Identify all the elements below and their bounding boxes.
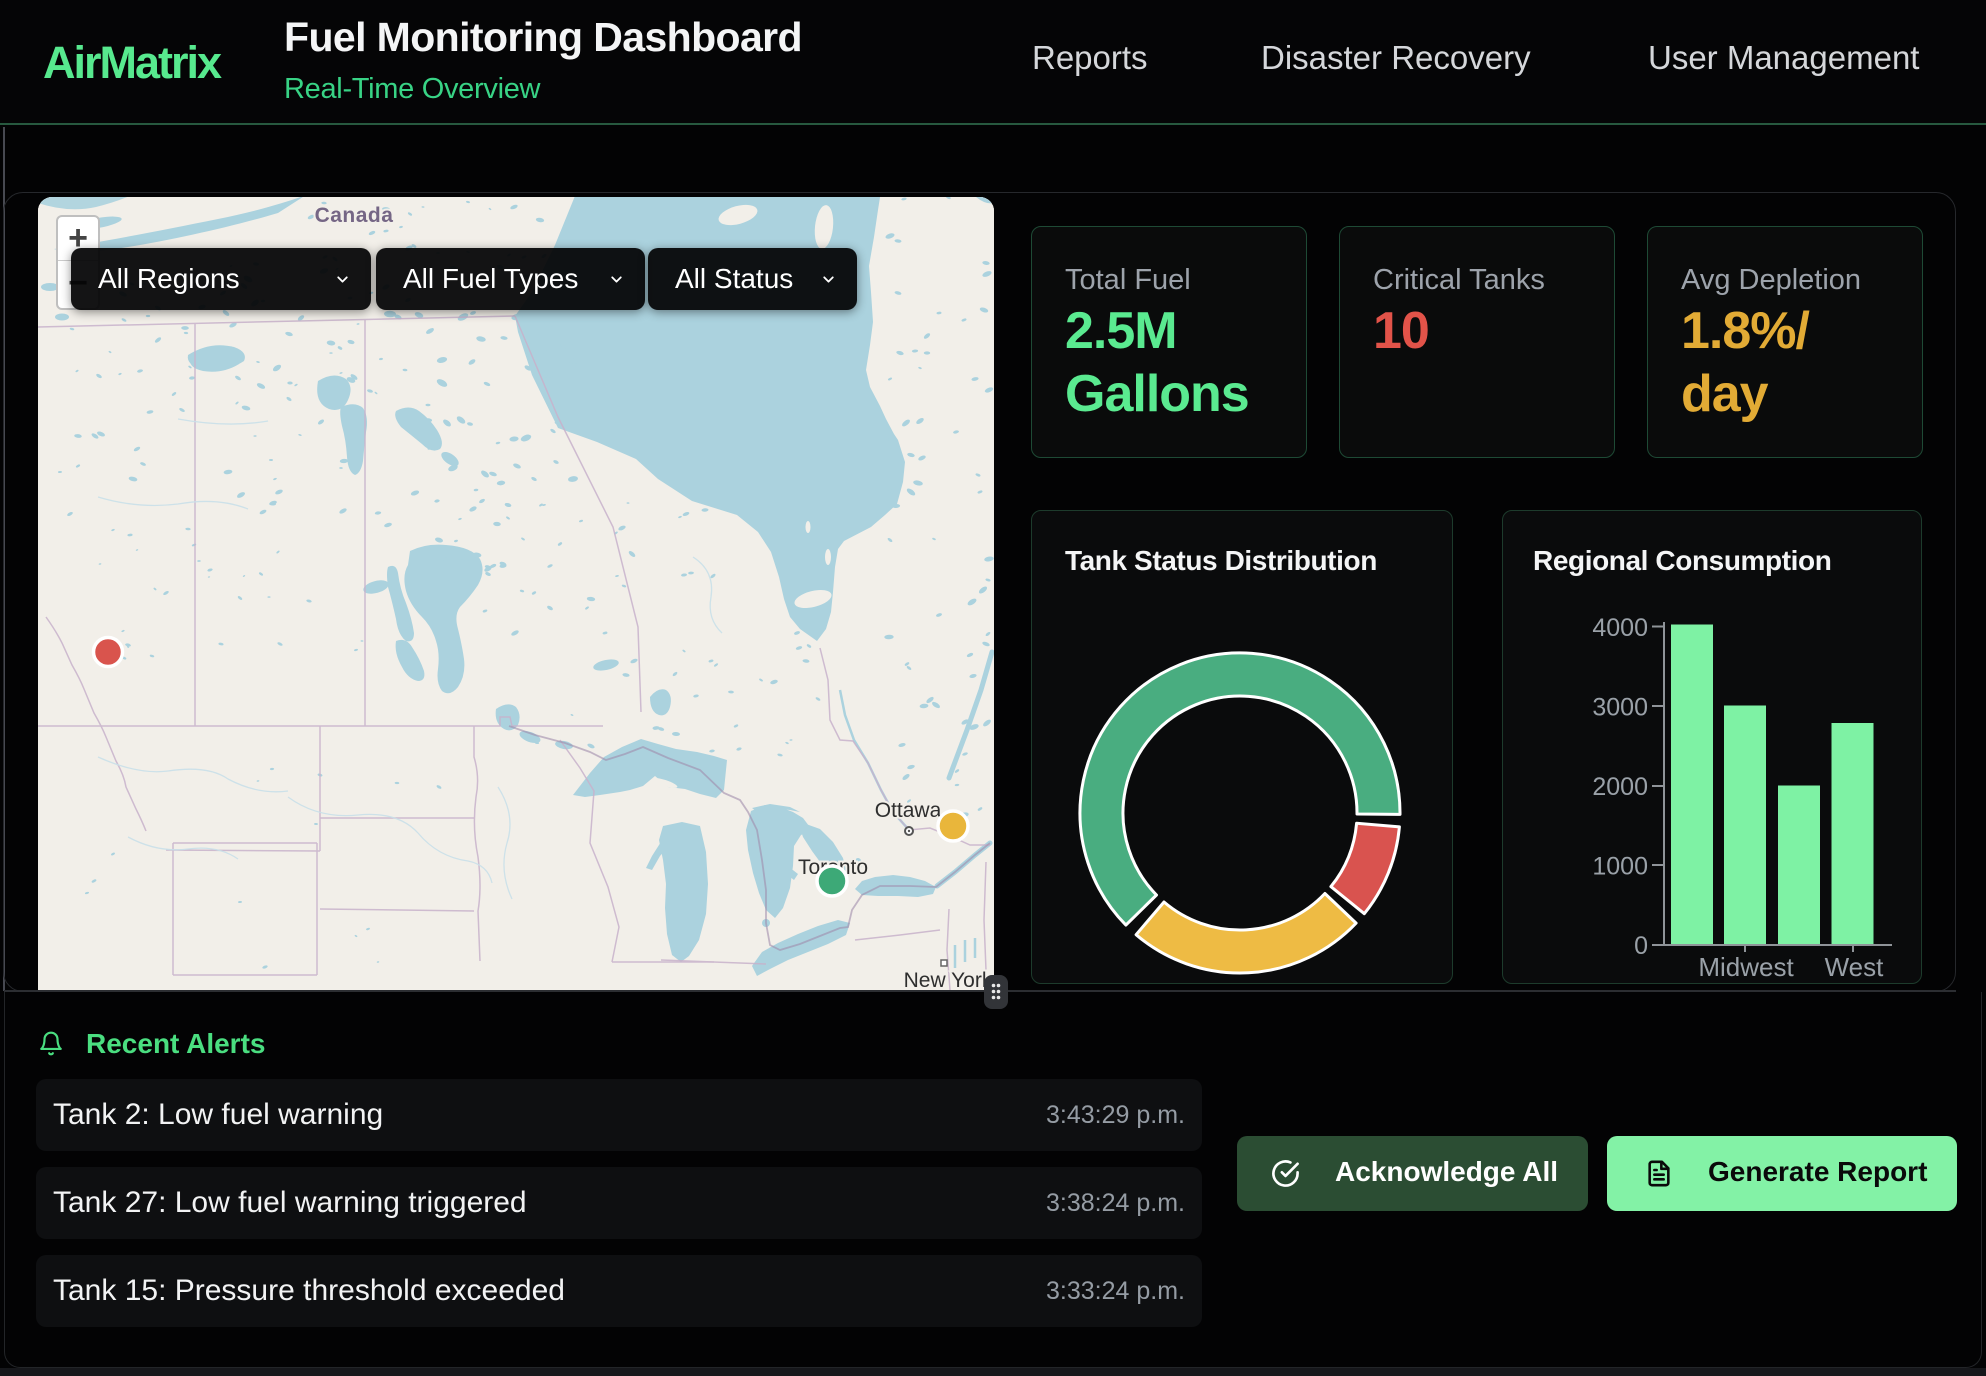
svg-text:0: 0 [1634, 932, 1648, 960]
svg-text:3000: 3000 [1592, 694, 1648, 722]
svg-text:1000: 1000 [1592, 853, 1648, 881]
svg-text:2000: 2000 [1592, 773, 1648, 801]
svg-text:New York: New York [904, 969, 993, 991]
svg-text:Midwest: Midwest [1698, 952, 1794, 982]
svg-text:Ottawa: Ottawa [875, 799, 942, 822]
svg-text:West: West [1825, 952, 1885, 982]
svg-text:4000: 4000 [1592, 614, 1648, 642]
svg-text:Canada: Canada [315, 204, 394, 227]
